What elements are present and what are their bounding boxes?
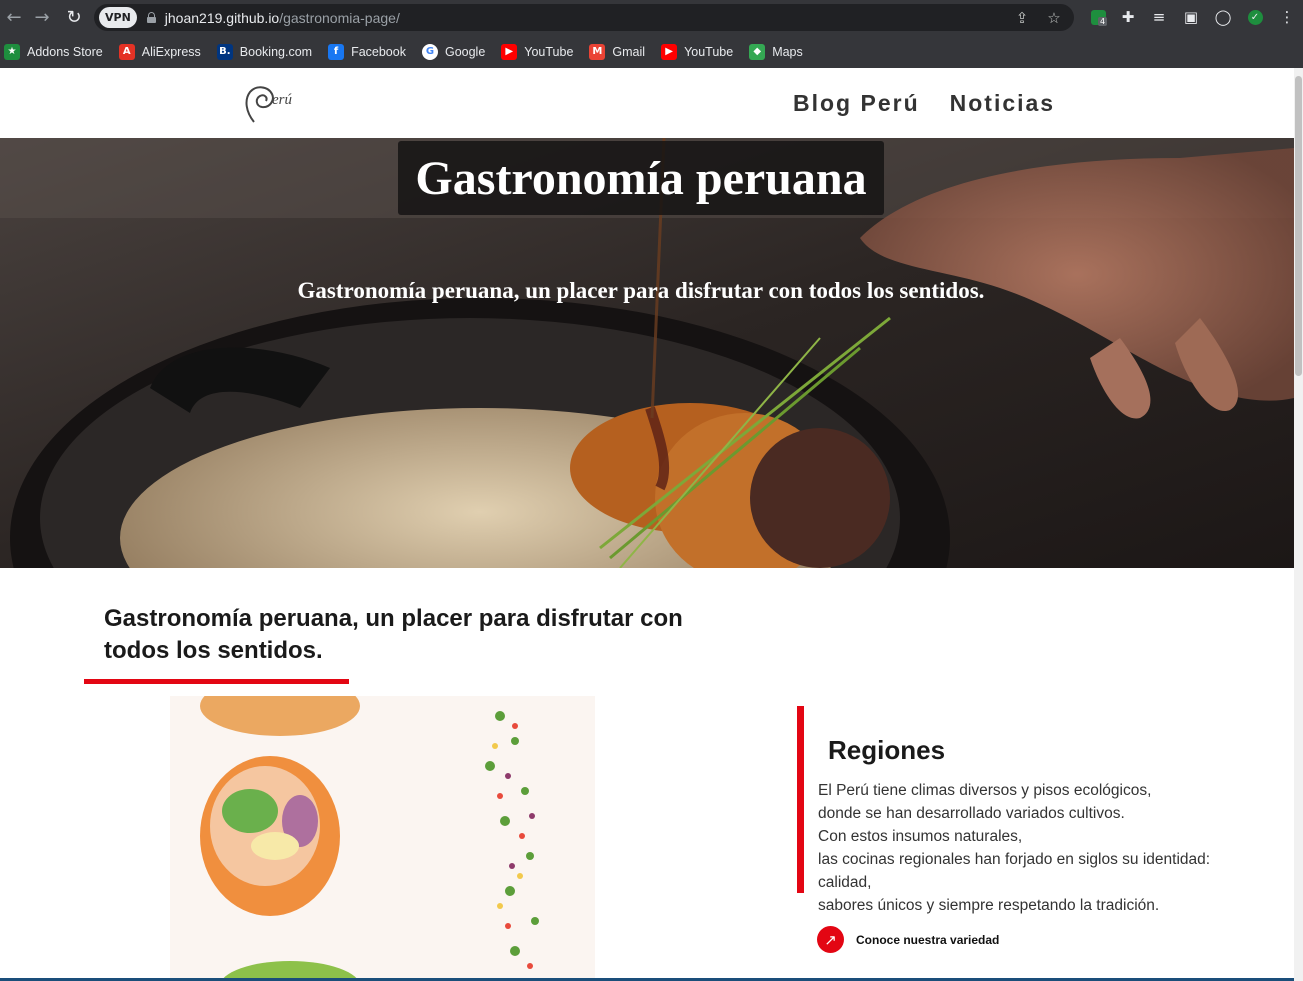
nav-blog-peru[interactable]: Blog Perú bbox=[793, 90, 920, 117]
forward-icon[interactable]: → bbox=[28, 3, 56, 31]
hero-title: Gastronomía peruana bbox=[415, 151, 867, 205]
bookmark-maps[interactable]: ◆ Maps bbox=[749, 43, 803, 60]
url-path: /gastronomia-page/ bbox=[279, 9, 400, 26]
bookmark-aliexpress[interactable]: A AliExpress bbox=[118, 43, 201, 60]
shield-icon[interactable]: ✓ bbox=[1244, 6, 1266, 28]
heading-underline bbox=[84, 679, 349, 684]
extension-icon[interactable]: 4 bbox=[1087, 6, 1109, 28]
regions-title: Regiones bbox=[828, 735, 946, 765]
hero-subtitle: Gastronomía peruana, un placer para disf… bbox=[297, 278, 985, 303]
regions-description: El Perú tiene climas diversos y pisos ec… bbox=[818, 779, 1248, 917]
youtube-icon: ▶ bbox=[661, 43, 678, 60]
regions-line: calidad, bbox=[818, 874, 872, 891]
regions-line: El Perú tiene climas diversos y pisos ec… bbox=[818, 782, 1152, 799]
back-icon[interactable]: ← bbox=[0, 3, 28, 31]
main-nav: Blog Perú Noticias bbox=[793, 90, 1085, 117]
variety-link[interactable]: ↗ Conoce nuestra variedad bbox=[817, 926, 999, 953]
address-bar[interactable]: VPN jhoan219.github.io/gastronomia-page/… bbox=[94, 4, 1074, 31]
hero-banner: Gastronomía peruana Gastronomía peruana,… bbox=[0, 138, 1294, 568]
share-icon[interactable]: ⇪ bbox=[1012, 8, 1032, 28]
bookmark-youtube[interactable]: ▶ YouTube bbox=[501, 43, 574, 60]
addons-store-icon: ★ bbox=[4, 43, 20, 60]
url-domain: jhoan219.github.io bbox=[164, 9, 280, 26]
bookmark-label: Maps bbox=[772, 44, 803, 59]
bookmark-google[interactable]: G Google bbox=[421, 43, 486, 60]
logo-text: erú bbox=[272, 92, 292, 108]
peru-logo[interactable]: erú bbox=[242, 82, 312, 124]
youtube-icon: ▶ bbox=[501, 43, 518, 60]
gmail-icon: M bbox=[589, 43, 606, 60]
profile-icon[interactable]: ◯ bbox=[1212, 6, 1234, 28]
bookmark-label: Gmail bbox=[612, 44, 646, 59]
menu-icon[interactable]: ⋮ bbox=[1276, 6, 1298, 28]
regions-line: las cocinas regionales han forjado en si… bbox=[818, 851, 1211, 868]
hero-title-box: Gastronomía peruana bbox=[398, 141, 884, 215]
lock-icon[interactable] bbox=[146, 12, 156, 23]
side-panel-icon[interactable]: ▣ bbox=[1180, 6, 1202, 28]
bookmark-youtube[interactable]: ▶ YouTube bbox=[661, 43, 734, 60]
bookmark-label: YouTube bbox=[684, 44, 734, 59]
bookmark-label: YouTube bbox=[524, 44, 574, 59]
variety-link-label[interactable]: Conoce nuestra variedad bbox=[856, 933, 999, 947]
booking-icon: B. bbox=[216, 43, 233, 60]
media-control-icon[interactable]: ≡ bbox=[1148, 6, 1170, 28]
bookmark-gmail[interactable]: M Gmail bbox=[589, 43, 646, 60]
url-text[interactable]: jhoan219.github.io/gastronomia-page/ bbox=[165, 10, 400, 26]
regions-accent-bar bbox=[797, 706, 804, 893]
aliexpress-icon: A bbox=[118, 43, 135, 60]
bookmark-facebook[interactable]: f Facebook bbox=[328, 43, 406, 60]
bookmark-addons-store[interactable]: ★ Addons Store bbox=[4, 43, 103, 60]
bookmark-star-icon[interactable]: ☆ bbox=[1044, 8, 1064, 28]
puzzle-icon[interactable]: ✚ bbox=[1117, 6, 1139, 28]
arrow-up-right-icon[interactable]: ↗ bbox=[817, 926, 844, 953]
bookmark-label: Addons Store bbox=[27, 44, 103, 59]
facebook-icon: f bbox=[328, 43, 345, 60]
site-header: erú Blog Perú Noticias bbox=[0, 68, 1294, 138]
google-icon: G bbox=[421, 43, 438, 60]
extension-badge: 4 bbox=[1098, 17, 1108, 26]
bookmark-label: AliExpress bbox=[141, 44, 201, 59]
vpn-badge[interactable]: VPN bbox=[99, 7, 137, 28]
web-page: erú Blog Perú Noticias Gastronomía perua… bbox=[0, 68, 1294, 981]
intro-heading: Gastronomía peruana, un placer para disf… bbox=[104, 605, 683, 664]
bookmarks-bar: ★ Addons Store A AliExpress B. Booking.com f Fa… bbox=[0, 35, 1303, 68]
regions-line: Con estos insumos naturales, bbox=[818, 828, 1023, 845]
bookmark-label: Facebook bbox=[351, 44, 406, 59]
scrollbar-thumb[interactable] bbox=[1295, 76, 1302, 376]
bookmark-booking-com[interactable]: B. Booking.com bbox=[216, 43, 313, 60]
bookmark-label: Google bbox=[444, 44, 486, 59]
bookmark-label: Booking.com bbox=[239, 44, 313, 59]
food-image bbox=[170, 696, 595, 981]
page-scrollbar[interactable] bbox=[1294, 68, 1303, 981]
nav-noticias[interactable]: Noticias bbox=[950, 90, 1055, 117]
browser-toolbar: ← → ↻ VPN jhoan219.github.io/gastronomia… bbox=[0, 0, 1303, 35]
regions-line: sabores únicos y siempre respetando la t… bbox=[818, 897, 1160, 914]
regions-line: donde se han desarrollado variados culti… bbox=[818, 805, 1125, 822]
maps-icon: ◆ bbox=[749, 43, 766, 60]
reload-icon[interactable]: ↻ bbox=[60, 3, 88, 31]
